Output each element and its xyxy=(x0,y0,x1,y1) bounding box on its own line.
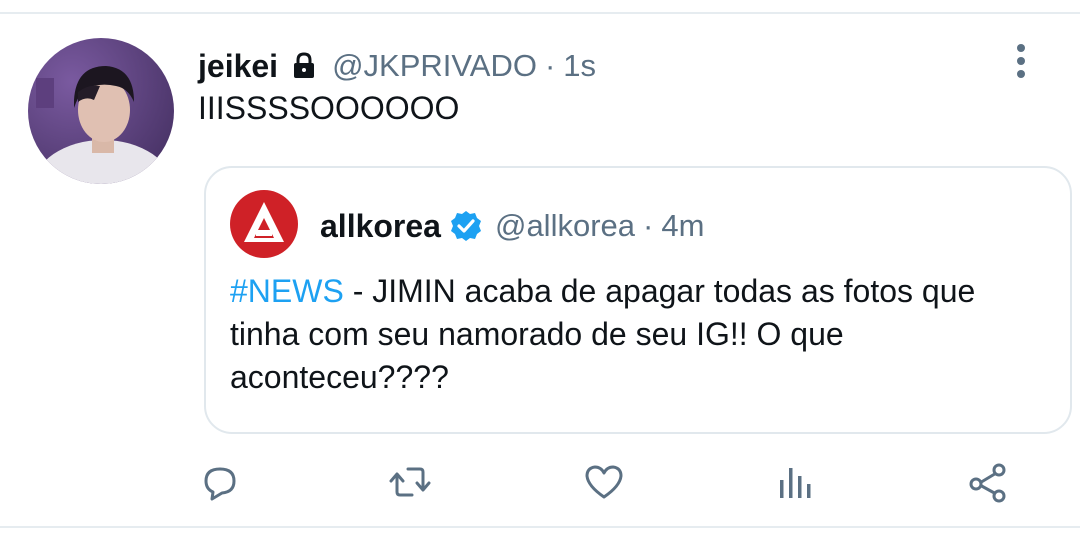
lock-icon xyxy=(288,50,320,82)
author-name[interactable]: jeikei xyxy=(198,48,278,85)
reply-icon xyxy=(204,467,236,501)
retweet-button[interactable] xyxy=(388,460,436,508)
more-options-icon[interactable] xyxy=(1006,42,1036,82)
author-handle[interactable]: @JKPRIVADO xyxy=(332,48,537,84)
tweet-timestamp[interactable]: 1s xyxy=(563,48,596,84)
quoted-author-handle[interactable]: @allkorea xyxy=(495,208,635,244)
quoted-tweet-card[interactable]: allkorea @allkorea · 4m #NEWS - JIMIN ac… xyxy=(204,166,1072,434)
like-button[interactable] xyxy=(582,460,630,508)
quoted-header-separator: · xyxy=(643,208,654,243)
reply-button[interactable] xyxy=(198,460,246,508)
quoted-tweet-header: allkorea @allkorea · 4m xyxy=(320,204,704,248)
analytics-icon xyxy=(780,468,811,498)
bottom-divider xyxy=(0,526,1080,528)
share-icon xyxy=(969,463,1006,503)
tweet-header: jeikei @JKPRIVADO · 1s xyxy=(198,44,596,88)
quoted-tweet-text: #NEWS - JIMIN acaba de apagar todas as f… xyxy=(230,270,1040,399)
quoted-user-avatar[interactable] xyxy=(230,190,298,258)
like-icon xyxy=(585,465,623,499)
verified-badge-icon xyxy=(449,209,483,243)
share-button[interactable] xyxy=(966,460,1014,508)
quoted-tweet-timestamp[interactable]: 4m xyxy=(661,208,704,244)
quoted-author-name[interactable]: allkorea xyxy=(320,208,441,245)
tweet-actions xyxy=(0,460,1080,508)
tweet-text: IIISSSSOOOOOO xyxy=(198,90,460,126)
hashtag-link[interactable]: #NEWS xyxy=(230,273,344,309)
retweet-icon xyxy=(389,467,431,497)
top-divider xyxy=(0,12,1080,14)
analytics-button[interactable] xyxy=(774,460,822,508)
user-avatar[interactable] xyxy=(28,38,174,184)
header-separator: · xyxy=(544,48,556,83)
